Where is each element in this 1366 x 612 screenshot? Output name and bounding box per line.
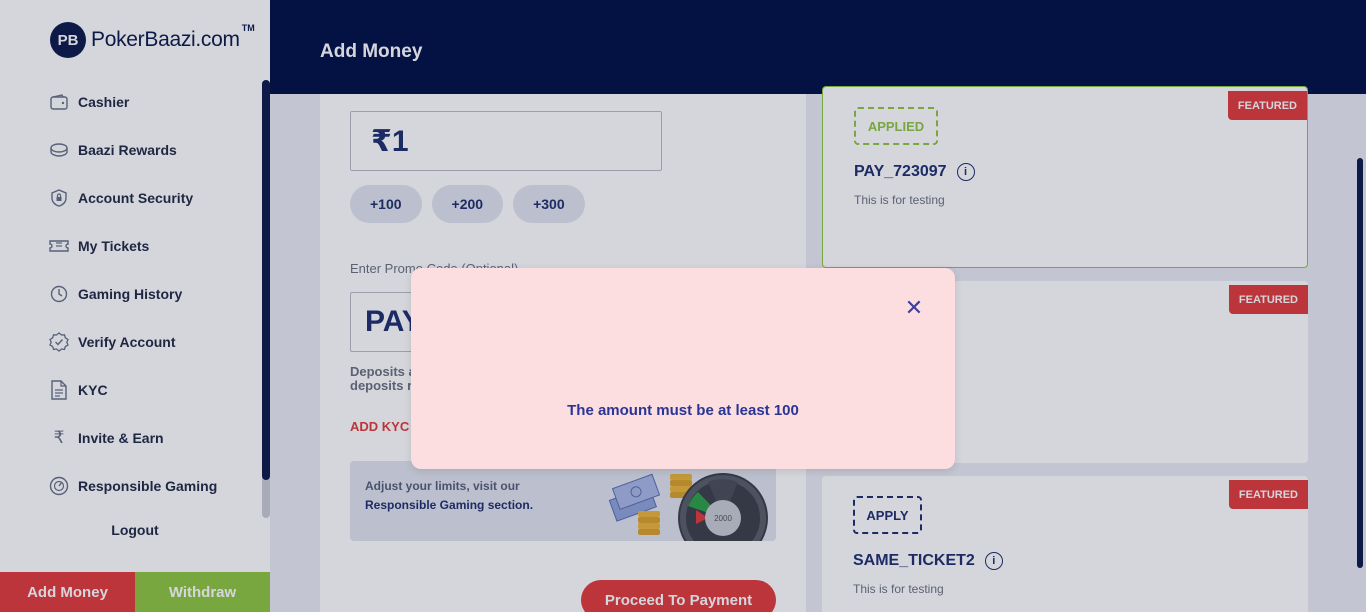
- close-icon[interactable]: ✕: [903, 297, 925, 319]
- error-modal: ✕ The amount must be at least 100: [411, 268, 955, 469]
- error-message: The amount must be at least 100: [567, 402, 799, 419]
